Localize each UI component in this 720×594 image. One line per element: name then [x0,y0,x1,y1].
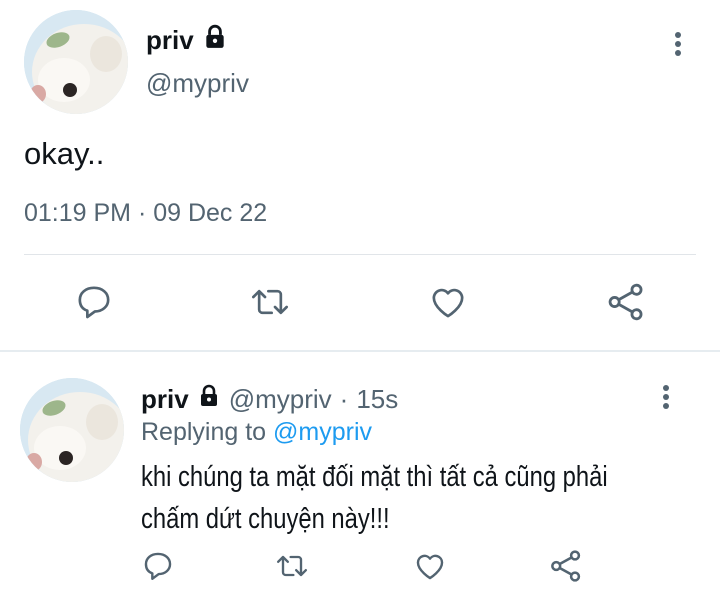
main-display-name-row: priv [146,24,228,57]
lock-icon [197,384,221,415]
retweet-button[interactable] [274,548,310,584]
reply-text-line: khi chúng ta mặt đối mặt thì tất cả cũng… [141,461,608,493]
tweet-timestamp[interactable]: 01:19 PM · 09 Dec 22 [24,199,267,228]
main-avatar[interactable] [24,10,128,114]
retweet-button[interactable] [248,280,292,324]
reply-icon [144,552,172,580]
share-icon [551,550,581,582]
share-button[interactable] [604,280,648,324]
retweet-icon [252,289,288,315]
reply-text: khi chúng ta mặt đối mặt thì tất cả cũng… [141,456,608,540]
tweet-text: okay.. [24,136,105,171]
like-icon [432,288,464,318]
more-vertical-icon[interactable] [652,384,680,412]
display-name[interactable]: priv [146,25,194,56]
lock-icon [202,24,228,57]
replying-to: Replying to @mypriv [141,418,372,447]
display-name[interactable]: priv [141,384,189,415]
reply-button[interactable] [140,548,176,584]
more-vertical-icon[interactable] [664,30,692,58]
share-icon [608,283,643,321]
reply-button[interactable] [72,280,116,324]
tweet-age[interactable]: 15s [356,384,398,415]
reply-header: priv @mypriv · 15s [141,384,398,415]
handle[interactable]: @mypriv [229,384,332,415]
share-button[interactable] [548,548,584,584]
replying-to-link[interactable]: @mypriv [273,418,372,446]
retweet-icon [276,555,308,577]
avatar-image [24,10,128,114]
like-icon [416,554,444,580]
divider [24,254,696,255]
handle[interactable]: @mypriv [146,68,249,99]
like-button[interactable] [426,280,470,324]
avatar-image [20,378,124,482]
reply-icon [78,286,110,319]
reply-avatar[interactable] [20,378,124,482]
section-divider [0,350,720,352]
meta-separator: · [339,384,349,414]
reply-text-line: chấm dứt chuyện này!!! [141,503,390,535]
like-button[interactable] [412,548,448,584]
replying-prefix: Replying to [141,418,267,446]
